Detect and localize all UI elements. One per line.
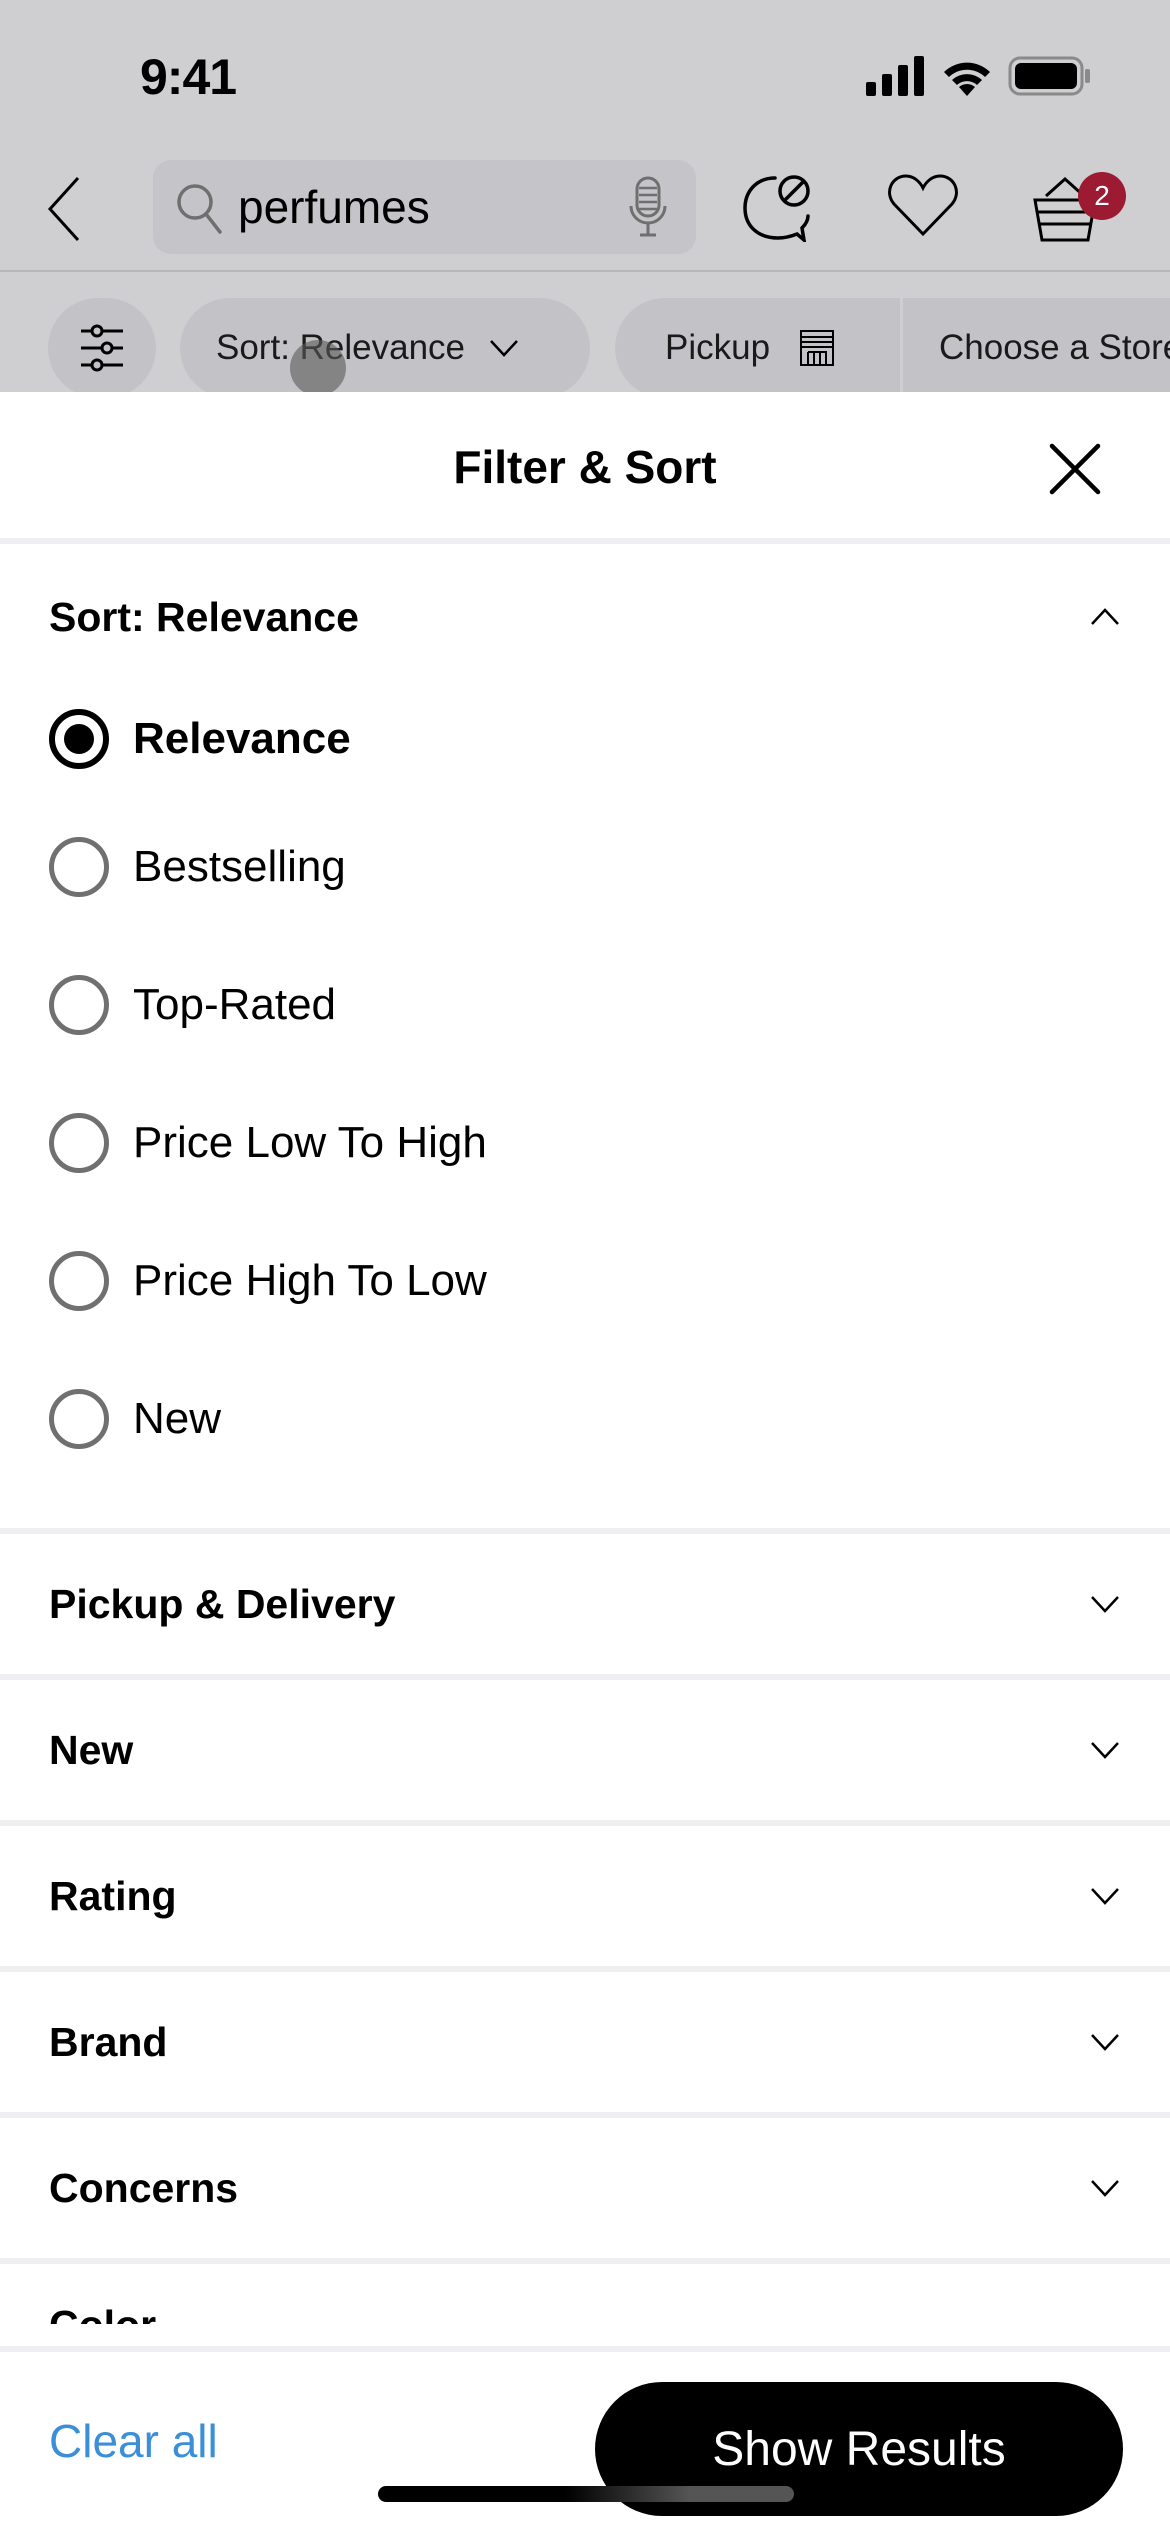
chevron-down-icon [1091,2180,1119,2197]
microphone-icon[interactable] [628,176,668,238]
sort-section-header[interactable]: Sort: Relevance [0,544,1170,690]
filter-sort-sheet: Filter & Sort Sort: Relevance Relevance B… [0,392,1170,2532]
chat-icon[interactable] [742,172,814,242]
filter-section-new: New [0,1680,1170,1826]
filter-section-partial[interactable]: Color [0,2264,1170,2324]
sort-section-title: Sort: Relevance [49,593,359,640]
home-indicator[interactable] [378,2486,794,2502]
sort-chip[interactable]: Sort: Relevance [180,298,590,398]
search-icon [177,184,222,234]
background-app: 9:41 perfumes 2 Sort: Relevance Pickup C… [0,0,1170,398]
choose-store-label: Choose a Store [939,328,1170,367]
chevron-down-icon [490,340,518,357]
show-results-label: Show Results [712,2422,1006,2476]
sheet-title: Filter & Sort [453,441,717,493]
filter-section-title: Pickup & Delivery [49,1580,396,1627]
filter-section-title: Concerns [49,2164,239,2211]
cellular-signal-icon [866,56,924,96]
sort-option-label: Price High To Low [133,1256,487,1305]
filter-section-rating: Rating [0,1826,1170,1972]
sheet-footer: Clear all Show Results [0,2346,1170,2532]
sheet-header: Filter & Sort [0,392,1170,544]
filter-section-concerns: Concerns [0,2118,1170,2264]
partial-section-title: Color [49,2302,156,2324]
radio-unselected-icon[interactable] [49,1389,109,1449]
sliders-icon [81,324,123,372]
store-icon [800,330,835,366]
choose-store-chip[interactable]: Choose a Store [903,298,1170,398]
search-input[interactable]: perfumes [153,160,696,254]
sort-option-label: Top-Rated [133,980,337,1029]
filter-chip-row: Sort: Relevance Pickup Choose a Store [0,272,1170,398]
battery-icon [1008,56,1090,96]
pickup-chip-label: Pickup [665,328,771,367]
radio-unselected-icon[interactable] [49,1113,109,1173]
chevron-down-icon [1091,1596,1119,1613]
status-time: 9:41 [140,49,237,105]
sort-option-label: Price Low To High [133,1118,487,1167]
sort-option-relevance[interactable]: Relevance [0,680,1170,798]
sort-options: Relevance Bestselling Top-Rated Price Low T… [0,680,1170,1528]
nav-bar: perfumes 2 [0,150,1170,272]
filter-sections: Pickup & Delivery New Rating Brand Concerns [0,1534,1170,2264]
status-icons [866,56,1092,96]
filter-section-header[interactable]: Pickup & Delivery [0,1534,1170,1674]
sort-section: Sort: Relevance Relevance Bestselling Top-… [0,544,1170,1534]
sort-option-label: Bestselling [133,842,346,891]
radio-unselected-icon[interactable] [49,1251,109,1311]
filter-section-header[interactable]: New [0,1680,1170,1820]
filter-section-brand: Brand [0,1972,1170,2118]
clear-all-button[interactable]: Clear all [49,2414,218,2468]
filter-section-title: New [49,1726,134,1773]
filter-section-title: Brand [49,2018,168,2065]
sort-option-label: Relevance [133,714,351,763]
filter-section-pickup-delivery: Pickup & Delivery [0,1534,1170,1680]
radio-unselected-icon[interactable] [49,975,109,1035]
sort-option-top-rated[interactable]: Top-Rated [0,936,1170,1074]
chevron-down-icon [1091,1742,1119,1759]
chevron-down-icon [1091,2034,1119,2051]
search-query[interactable]: perfumes [238,180,430,234]
radio-selected-icon[interactable] [49,709,109,769]
filter-section-header[interactable]: Concerns [0,2118,1170,2258]
touch-indicator [290,340,346,396]
pickup-chip[interactable]: Pickup [615,298,900,398]
wifi-icon [944,62,990,96]
chevron-up-icon [1091,608,1119,625]
sort-option-price-high-to-low[interactable]: Price High To Low [0,1212,1170,1350]
filter-section-header[interactable]: Brand [0,1972,1170,2112]
sort-option-bestselling[interactable]: Bestselling [0,798,1170,936]
sort-option-price-low-to-high[interactable]: Price Low To High [0,1074,1170,1212]
sort-option-label: New [133,1394,222,1443]
heart-icon[interactable] [888,172,958,238]
cart-count-badge: 2 [1078,172,1126,220]
status-bar: 9:41 [0,0,1170,150]
filter-chip[interactable] [48,298,156,398]
back-icon[interactable] [40,174,90,244]
filter-section-header[interactable]: Rating [0,1826,1170,1966]
filter-section-title: Rating [49,1872,177,1919]
chevron-down-icon [1091,1888,1119,1905]
radio-unselected-icon[interactable] [49,837,109,897]
sort-option-new[interactable]: New [0,1350,1170,1488]
close-icon[interactable] [1048,442,1102,496]
